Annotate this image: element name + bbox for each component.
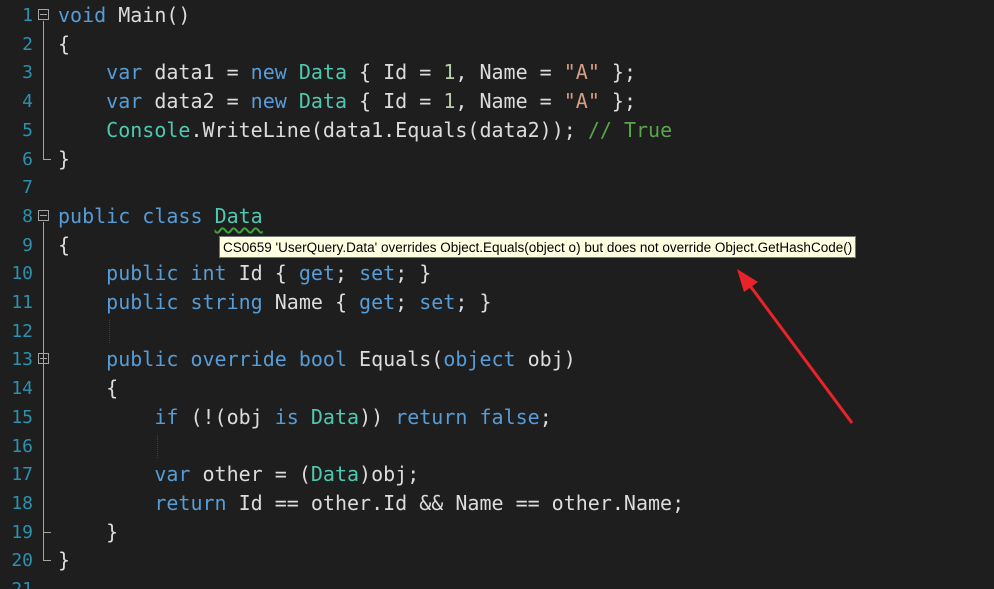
- code-editor[interactable]: 1 void Main() 2{3 var data1 = new Data { I…: [0, 0, 994, 589]
- red-annotation-arrow-icon: [737, 269, 854, 424]
